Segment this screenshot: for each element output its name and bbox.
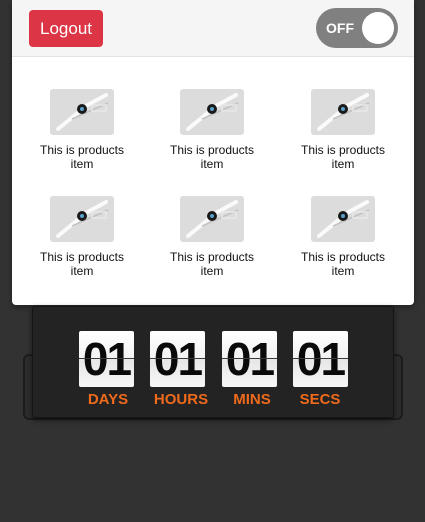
product-item[interactable]: This is products item [22, 89, 142, 171]
product-grid: This is products item This is products i… [12, 57, 414, 305]
mins-digits: 01 [222, 331, 277, 387]
card-header: Logout OFF [12, 0, 414, 57]
logout-button[interactable]: Logout [29, 10, 103, 47]
products-card: Logout OFF This is products item This is… [12, 0, 414, 305]
product-item[interactable]: This is products item [152, 89, 272, 171]
flip-divider [293, 358, 348, 359]
flip-divider [150, 358, 205, 359]
product-item-label: This is products item [39, 143, 125, 171]
flip-divider [222, 358, 277, 359]
days-label: DAYS [87, 391, 129, 408]
product-item-label: This is products item [169, 250, 255, 278]
days-digits: 01 [79, 331, 134, 387]
mins-value: 01 [225, 333, 275, 385]
hours-value: 01 [153, 333, 203, 385]
watch-product-icon [180, 196, 244, 242]
flip-divider [79, 358, 134, 359]
watch-product-icon [50, 196, 114, 242]
days-value: 01 [82, 333, 132, 385]
hours-digits: 01 [150, 331, 205, 387]
countdown-timer: 01 01 01 01 DAYS HOURS MINS SECS [32, 306, 394, 418]
hours-label: HOURS [153, 391, 209, 408]
product-item-label: This is products item [300, 143, 386, 171]
product-item-label: This is products item [300, 250, 386, 278]
watch-product-icon [311, 196, 375, 242]
product-item[interactable]: This is products item [283, 196, 403, 278]
secs-value: 01 [296, 333, 346, 385]
watch-product-icon [50, 89, 114, 135]
product-item[interactable]: This is products item [283, 89, 403, 171]
toggle-label: OFF [326, 20, 354, 36]
watch-product-icon [180, 89, 244, 135]
watch-product-icon [311, 89, 375, 135]
mins-label: MINS [233, 391, 271, 408]
product-item-label: This is products item [39, 250, 125, 278]
product-item-label: This is products item [169, 143, 255, 171]
secs-label: SECS [299, 391, 341, 408]
off-toggle[interactable]: OFF [316, 8, 398, 48]
product-item[interactable]: This is products item [22, 196, 142, 278]
toggle-knob[interactable] [362, 12, 394, 44]
product-item[interactable]: This is products item [152, 196, 272, 278]
secs-digits: 01 [293, 331, 348, 387]
